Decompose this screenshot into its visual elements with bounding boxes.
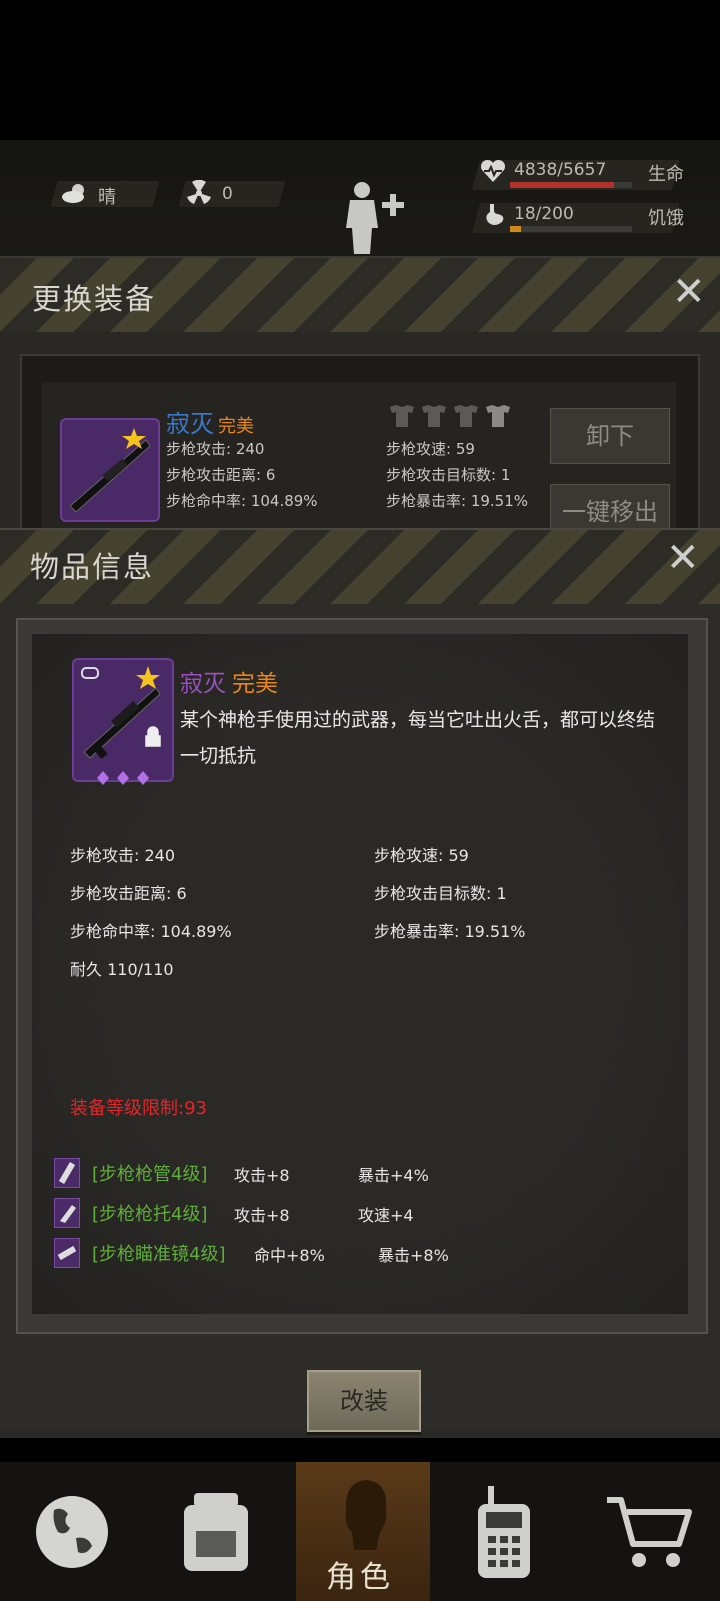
radiation-value: 0: [222, 184, 233, 204]
stomach-icon: [486, 204, 504, 225]
mod-stat: 暴击+4%: [358, 1166, 429, 1185]
change-equipment-title: 更换装备: [32, 282, 157, 316]
item-name: 寂灭: [180, 671, 226, 697]
health-label: 生命: [648, 164, 684, 185]
equipped-stat-left: 步枪攻击距离: 6: [166, 466, 276, 484]
mod-stat: 攻击+8: [234, 1206, 290, 1225]
weather-text: 晴: [98, 187, 116, 208]
mod-name: [步枪瞄准镜4级]: [92, 1244, 226, 1265]
close-icon[interactable]: ✕: [666, 538, 700, 578]
nav-character-label: 角色: [326, 1560, 394, 1595]
item-stat-right: 步枪攻击目标数: 1: [374, 884, 507, 903]
item-info-title: 物品信息: [30, 550, 155, 584]
cloud-sun-icon: [62, 184, 84, 203]
item-stat-left: 步枪攻击: 240: [70, 846, 176, 865]
item-description: 某个神枪手使用过的武器，每当它吐出火舌，都可以终结一切抵抗: [180, 709, 656, 767]
item-rifle-icon: [72, 658, 174, 785]
equipped-item-name: 寂灭: [166, 410, 214, 438]
equipped-stat-right: 步枪攻击目标数: 1: [386, 466, 511, 484]
globe-icon: [36, 1495, 108, 1568]
scope-mod-icon: [54, 1238, 80, 1268]
equipped-stat-left: 步枪命中率: 104.89%: [166, 492, 318, 510]
unequip-button[interactable]: 卸下: [550, 408, 670, 464]
mod-stat: 命中+8%: [254, 1246, 325, 1265]
mod-stat: 暴击+8%: [378, 1246, 449, 1265]
radio-icon: [478, 1485, 530, 1578]
item-stat-right: 步枪暴击率: 19.51%: [374, 922, 526, 941]
item-durability: 耐久 110/110: [70, 960, 174, 979]
item-quality: 完美: [232, 671, 278, 697]
equipped-item-quality: 完美: [218, 416, 254, 437]
nav-world[interactable]: [0, 1462, 144, 1601]
item-stat-left: 步枪攻击距离: 6: [70, 884, 187, 903]
radiation-icon: [187, 180, 211, 204]
mod-name: [步枪枪托4级]: [92, 1204, 208, 1225]
equipped-stat-right: 步枪攻速: 59: [386, 440, 475, 458]
hunger-bar: [510, 226, 632, 232]
close-icon[interactable]: ✕: [672, 272, 706, 312]
hunger-bar-fill: [510, 226, 521, 232]
quality-diamonds: [96, 770, 156, 785]
nav-radio[interactable]: [434, 1462, 574, 1601]
cart-icon: [607, 1496, 692, 1567]
health-bar-fill: [510, 182, 615, 188]
item-stat-right: 步枪攻速: 59: [374, 846, 469, 865]
nav-backpack[interactable]: [144, 1462, 288, 1601]
heart-icon: [480, 159, 506, 182]
bottom-nav: 角色: [0, 1462, 720, 1601]
level-limit: 装备等级限制:93: [70, 1098, 207, 1119]
barrel-mod-icon: [54, 1158, 80, 1188]
nav-character[interactable]: 角色: [296, 1462, 430, 1601]
mod-name: [步枪枪管4级]: [92, 1164, 208, 1185]
health-value: 4838/5657: [514, 160, 607, 180]
mod-stat: 攻速+4: [358, 1206, 414, 1225]
equipped-stat-left: 步枪攻击: 240: [166, 440, 265, 458]
nav-shop[interactable]: [580, 1462, 720, 1601]
armor-set-icons: [390, 405, 510, 427]
hunger-label: 饥饿: [648, 208, 684, 229]
character-head-icon: [345, 1480, 387, 1550]
modify-button[interactable]: 改装: [307, 1370, 421, 1432]
item-stat-left: 步枪命中率: 104.89%: [70, 922, 232, 941]
equipped-rifle-icon[interactable]: [60, 418, 160, 522]
backpack-icon: [184, 1492, 248, 1571]
stock-mod-icon: [54, 1198, 80, 1228]
health-bar: [510, 182, 632, 188]
equipped-stat-right: 步枪暴击率: 19.51%: [386, 492, 529, 510]
hunger-value: 18/200: [514, 204, 574, 224]
mod-stat: 攻击+8: [234, 1166, 290, 1185]
character-body-icon[interactable]: [340, 180, 410, 254]
